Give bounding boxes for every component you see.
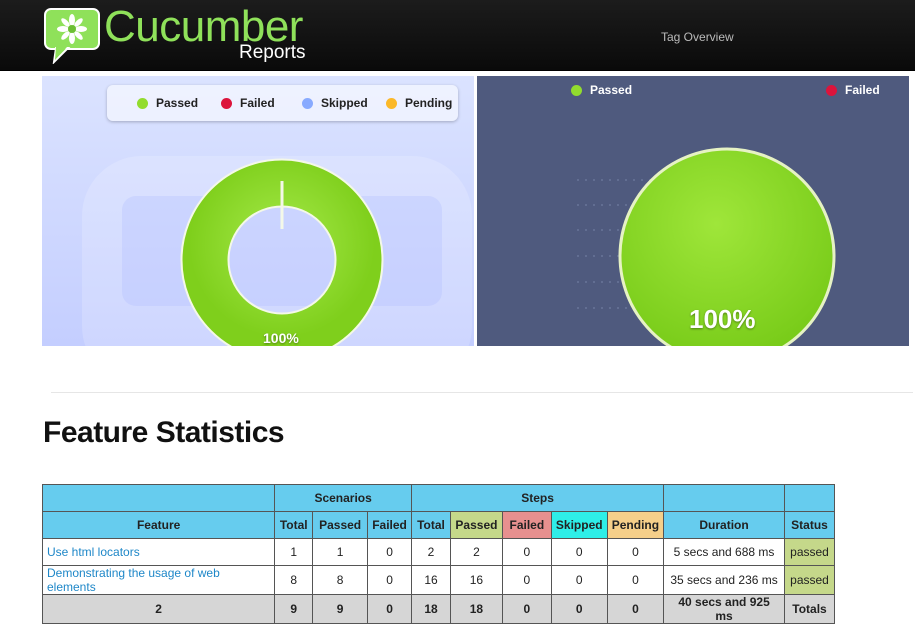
table-header-group-row: Scenarios Steps — [41, 484, 835, 512]
steps-pending-cell: 0 — [606, 565, 665, 595]
column-header-scenarios-total[interactable]: Total — [274, 511, 314, 539]
header-group-scenarios: Scenarios — [274, 484, 413, 512]
totals-steps-total: 18 — [411, 594, 451, 624]
header-cell-blank — [784, 484, 835, 512]
column-header-steps-passed[interactable]: Passed — [449, 511, 503, 539]
totals-steps-skipped: 0 — [550, 594, 608, 624]
scenarios-chart-percent-label: 100% — [689, 304, 756, 334]
feature-cell: Use html locators — [41, 538, 276, 566]
status-badge: passed — [784, 538, 835, 566]
legend-label: Failed — [845, 83, 880, 97]
totals-scenarios-total: 9 — [274, 594, 314, 624]
steps-pending-cell: 0 — [606, 538, 665, 566]
totals-steps-pending: 0 — [606, 594, 665, 624]
steps-chart-percent-label: 100% — [263, 330, 299, 346]
steps-failed-cell: 0 — [501, 565, 552, 595]
duration-cell: 5 secs and 688 ms — [663, 538, 786, 566]
steps-skipped-cell: 0 — [550, 538, 608, 566]
column-header-steps-skipped[interactable]: Skipped — [550, 511, 608, 539]
column-header-steps-pending[interactable]: Pending — [606, 511, 665, 539]
totals-label: Totals — [784, 594, 835, 624]
column-header-scenarios-failed[interactable]: Failed — [367, 511, 413, 539]
totals-steps-passed: 18 — [449, 594, 503, 624]
table-header-row: Feature Total Passed Failed Total Passed… — [41, 511, 835, 539]
header-group-steps: Steps — [411, 484, 665, 512]
legend-dot-icon — [571, 84, 582, 96]
steps-donut — [180, 158, 384, 346]
column-header-scenarios-passed[interactable]: Passed — [312, 511, 369, 539]
totals-row: 2 9 9 0 18 18 0 0 0 40 secs and 925 ms T… — [41, 594, 835, 624]
column-header-duration[interactable]: Duration — [663, 511, 786, 539]
feature-cell: Demonstrating the usage of web elements — [41, 565, 276, 595]
legend-item-failed[interactable]: Failed — [826, 82, 880, 98]
duration-cell: 35 secs and 236 ms — [663, 565, 786, 595]
scenarios-passed-cell: 8 — [312, 565, 369, 595]
table-row: Demonstrating the usage of web elements … — [41, 565, 835, 595]
column-header-steps-total[interactable]: Total — [411, 511, 451, 539]
scenarios-total-cell: 8 — [274, 565, 314, 595]
totals-scenarios-passed: 9 — [312, 594, 369, 624]
totals-feature-count: 2 — [41, 594, 276, 624]
feature-link[interactable]: Use html locators — [47, 545, 140, 559]
legend-dot-icon — [826, 84, 837, 96]
table-row: Use html locators 1 1 0 2 2 0 0 0 5 secs… — [41, 538, 835, 566]
steps-chart: Passed Failed Skipped Pending 100% — [42, 76, 474, 346]
steps-passed-cell: 2 — [449, 538, 503, 566]
column-header-status[interactable]: Status — [784, 511, 835, 539]
legend-label: Passed — [590, 83, 633, 97]
header-cell-blank — [663, 484, 786, 512]
nav-tag-overview-link[interactable]: Tag Overview — [661, 29, 734, 45]
brand-subtitle: Reports — [239, 42, 306, 63]
feature-statistics-table: Scenarios Steps Feature Total Passed Fai… — [41, 484, 835, 624]
steps-skipped-cell: 0 — [550, 565, 608, 595]
steps-passed-cell: 16 — [449, 565, 503, 595]
status-badge: passed — [784, 565, 835, 595]
scenarios-failed-cell: 0 — [367, 538, 413, 566]
steps-total-cell: 16 — [411, 565, 451, 595]
page-title: Feature Statistics — [43, 416, 285, 449]
steps-total-cell: 2 — [411, 538, 451, 566]
steps-failed-cell: 0 — [501, 538, 552, 566]
column-header-feature[interactable]: Feature — [41, 511, 276, 539]
cucumber-logo-icon — [44, 8, 100, 64]
header-cell-blank — [41, 484, 276, 512]
totals-scenarios-failed: 0 — [367, 594, 413, 624]
totals-steps-failed: 0 — [501, 594, 552, 624]
column-header-steps-failed[interactable]: Failed — [501, 511, 552, 539]
top-header: Cucumber Reports Tag Overview — [0, 0, 915, 71]
scenarios-failed-cell: 0 — [367, 565, 413, 595]
totals-duration: 40 secs and 925 ms — [663, 594, 786, 624]
legend-item-passed[interactable]: Passed — [571, 82, 632, 98]
feature-link[interactable]: Demonstrating the usage of web elements — [47, 566, 220, 594]
scenarios-chart: Passed Failed 100% — [477, 76, 909, 346]
section-divider — [51, 392, 913, 393]
scenarios-total-cell: 1 — [274, 538, 314, 566]
scenarios-passed-cell: 1 — [312, 538, 369, 566]
